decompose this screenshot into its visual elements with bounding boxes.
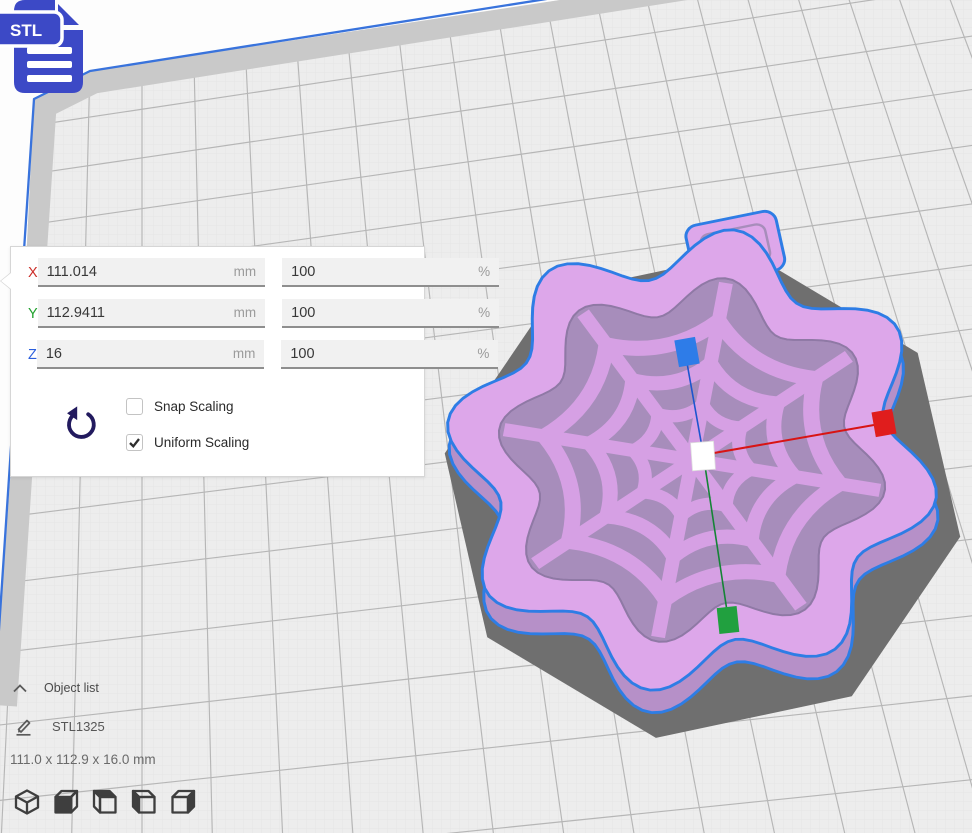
object-list-title: Object list	[44, 681, 99, 695]
chevron-up-icon[interactable]	[12, 683, 28, 693]
reset-arrow-icon	[63, 405, 99, 441]
y-percent-field: %	[282, 299, 499, 328]
cube-front-icon	[51, 787, 81, 817]
cube-wireframe-icon	[12, 787, 42, 817]
object-name: STL1325	[52, 719, 105, 734]
cube-right-icon	[168, 787, 198, 817]
y-mm-input[interactable]	[47, 305, 234, 321]
file-text-lines	[27, 47, 72, 82]
reset-scale-button[interactable]	[63, 405, 99, 441]
view-left-button[interactable]	[129, 787, 159, 817]
z-percent-field: %	[281, 340, 498, 369]
object-list-item[interactable]: STL1325	[14, 717, 105, 736]
uniform-scaling-checkbox[interactable]	[126, 434, 143, 451]
view-right-button[interactable]	[168, 787, 198, 817]
scale-handle-center[interactable]	[691, 441, 716, 471]
z-mm-field: mm	[37, 340, 265, 369]
y-percent-input[interactable]	[291, 305, 478, 321]
cube-top-icon	[90, 787, 120, 817]
z-percent-input[interactable]	[290, 346, 477, 362]
object-list-header: Object list	[12, 681, 99, 695]
z-mm-input[interactable]	[46, 346, 233, 362]
axis-x-label: X	[28, 265, 38, 281]
z-mm-unit: mm	[233, 346, 256, 361]
x-mm-input[interactable]	[47, 264, 234, 280]
x-percent-input[interactable]	[291, 264, 478, 280]
x-percent-unit: %	[478, 264, 490, 279]
pencil-icon	[14, 717, 34, 736]
y-mm-field: mm	[38, 299, 266, 328]
axis-z-label: Z	[28, 347, 37, 363]
snap-scaling-checkbox[interactable]	[126, 398, 143, 415]
model-dimensions: 111.0 x 112.9 x 16.0 mm	[10, 752, 156, 767]
scale-row-z: Z mm %	[11, 339, 424, 370]
uniform-scaling-label: Uniform Scaling	[154, 435, 249, 450]
stl-badge-label: STL	[10, 21, 42, 40]
snap-scaling-label: Snap Scaling	[154, 399, 234, 414]
view-toolbar	[12, 787, 198, 817]
scale-tool-panel: X mm % Y mm % Z mm %	[10, 246, 425, 477]
view-3d-button[interactable]	[12, 787, 42, 817]
view-front-button[interactable]	[51, 787, 81, 817]
scale-handle-y[interactable]	[717, 606, 740, 634]
scale-row-x: X mm %	[11, 257, 424, 288]
check-icon	[127, 435, 142, 450]
scale-handle-x[interactable]	[871, 409, 896, 437]
x-mm-field: mm	[38, 258, 266, 287]
z-percent-unit: %	[477, 346, 489, 361]
cube-left-icon	[129, 787, 159, 817]
x-percent-field: %	[282, 258, 499, 287]
view-top-button[interactable]	[90, 787, 120, 817]
stl-file-icon: STL	[0, 0, 92, 100]
scale-row-y: Y mm %	[11, 298, 424, 329]
axis-y-label: Y	[28, 306, 38, 322]
y-mm-unit: mm	[234, 305, 257, 320]
uniform-scaling-row: Uniform Scaling	[126, 434, 249, 451]
x-mm-unit: mm	[234, 264, 257, 279]
y-percent-unit: %	[478, 305, 490, 320]
snap-scaling-row: Snap Scaling	[126, 398, 234, 415]
